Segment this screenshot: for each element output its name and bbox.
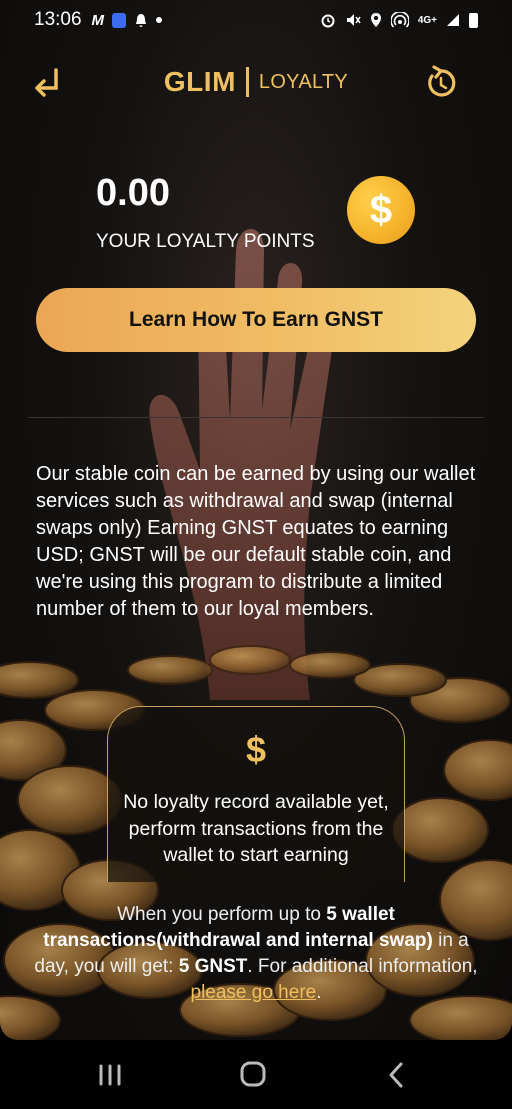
signal-icon bbox=[447, 14, 459, 26]
section-title: LOYALTY bbox=[258, 70, 349, 93]
dollar-icon: $ bbox=[245, 729, 267, 770]
loyalty-points-value: 0.00 bbox=[96, 172, 170, 214]
4g-signal-icon: 4G+ bbox=[417, 14, 437, 26]
reward-text-4: . bbox=[316, 982, 322, 1003]
shield-icon bbox=[112, 12, 127, 28]
reward-info: When you perform up to 5 wallet transact… bbox=[30, 902, 482, 1006]
status-left-icons: M bbox=[92, 12, 163, 29]
alarm-icon bbox=[321, 14, 335, 28]
app-header: GLIM LOYALTY bbox=[0, 58, 512, 108]
dot-icon bbox=[156, 17, 163, 23]
learn-earn-button[interactable]: Learn How To Earn GNST bbox=[36, 288, 476, 352]
loyalty-points-label: YOUR LOYALTY POINTS bbox=[96, 231, 315, 252]
hotspot-icon bbox=[390, 12, 409, 28]
program-description: Our stable coin can be earned by using o… bbox=[36, 463, 476, 620]
back-icon[interactable] bbox=[377, 1058, 417, 1092]
m-app-icon: M bbox=[91, 11, 105, 29]
brand-separator bbox=[245, 67, 249, 97]
brand-name: GLIM bbox=[163, 66, 236, 97]
dollar-coin-icon: $ bbox=[347, 176, 415, 244]
battery-icon bbox=[469, 12, 478, 28]
app-screen: 13:06 M 4G+ GLIM LOYALTY 0.00 YOUR LOYAL… bbox=[0, 0, 512, 1040]
loyalty-record-card: $ No loyalty record available yet, perfo… bbox=[107, 706, 405, 882]
info-link[interactable]: please go here bbox=[191, 982, 317, 1003]
status-time: 13:06 bbox=[34, 9, 82, 30]
reward-text-1: When you perform up to bbox=[117, 904, 327, 925]
status-bar: 13:06 M 4G+ bbox=[0, 0, 512, 40]
location-icon bbox=[370, 13, 381, 27]
bell-icon bbox=[136, 13, 147, 27]
reward-amount: 5 GNST bbox=[178, 956, 248, 977]
refresh-icon[interactable] bbox=[422, 64, 460, 102]
divider bbox=[28, 417, 484, 418]
mute-icon bbox=[346, 14, 361, 26]
recent-apps-icon[interactable] bbox=[90, 1058, 130, 1092]
home-icon[interactable] bbox=[233, 1058, 273, 1092]
reward-text-3: . For additional information, bbox=[247, 956, 478, 977]
empty-record-message: No loyalty record available yet, perform… bbox=[123, 791, 389, 866]
system-nav-bar bbox=[0, 1040, 512, 1109]
status-right-icons: 4G+ bbox=[320, 12, 478, 28]
